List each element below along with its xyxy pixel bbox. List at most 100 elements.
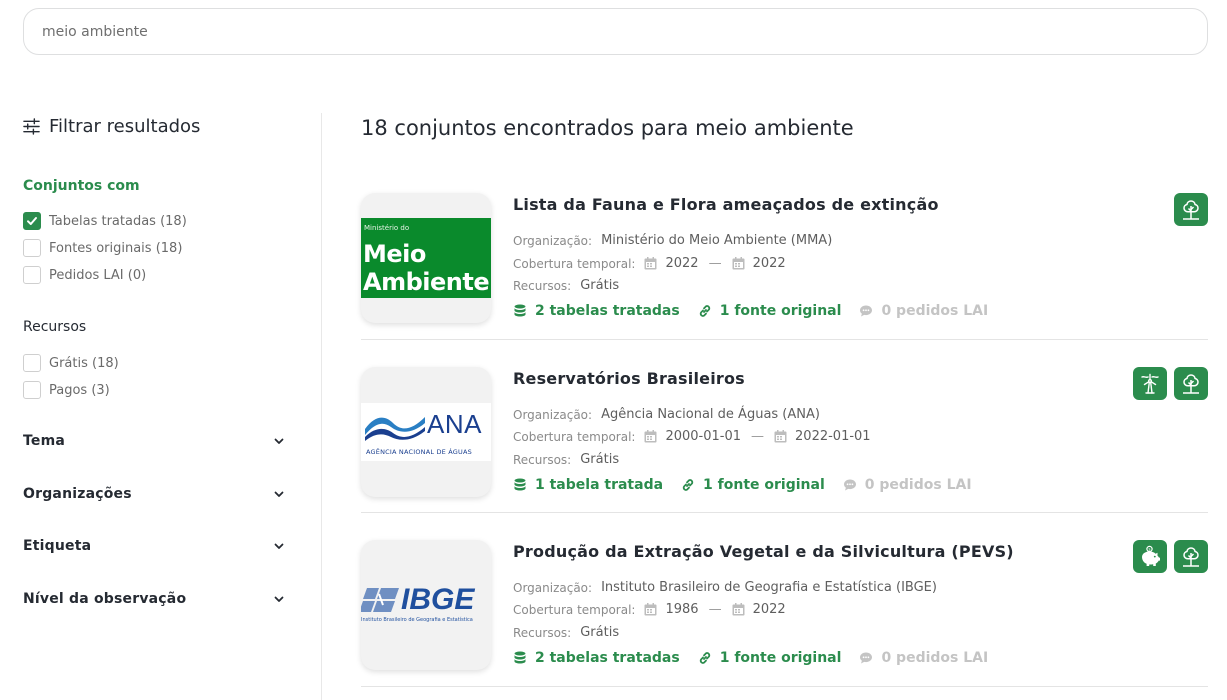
meta-value[interactable]: Ministério do Meio Ambiente (MMA) [601,233,832,248]
meta-key: Recursos: [513,278,572,293]
logo-text-line: Ambiente [363,268,490,296]
dataset-card[interactable]: IBGE Instituto Brasileiro de Geografia e… [361,540,1208,670]
meta-key: Cobertura temporal: [513,429,636,444]
database-icon [514,651,526,664]
theme-badges [1174,193,1208,226]
theme-badge-economy[interactable]: $ [1133,540,1167,573]
checkbox-label: Pagos (3) [49,382,110,398]
meta-coverage: Cobertura temporal: 2000-01-01 — 2022-01… [513,429,871,444]
checkbox-pedidos-lai[interactable]: Pedidos LAI (0) [23,266,146,284]
link-icon [682,479,694,491]
ibge-logo: IBGE Instituto Brasileiro de Geografia e… [361,583,491,627]
requests-link[interactable]: 0 pedidos LAI [859,303,988,319]
dataset-title[interactable]: Lista da Fauna e Flora ameaçados de exti… [513,195,939,214]
tables-link[interactable]: 1 tabela tratada [513,477,663,493]
sources-count: 1 fonte original [719,650,842,666]
tables-count: 1 tabela tratada [535,477,664,493]
calendar-icon [644,603,657,616]
chevron-down-icon [274,596,284,602]
meta-key: Organização: [513,407,593,422]
dataset-title[interactable]: Reservatórios Brasileiros [513,369,745,388]
chevron-down-icon [274,491,284,497]
requests-link[interactable]: 0 pedidos LAI [843,477,972,493]
meta-key: Cobertura temporal: [513,256,636,271]
filter-sliders-icon [23,118,40,135]
accordion-organizacoes[interactable]: Organizações [23,486,285,502]
checkbox-gratis[interactable]: Grátis (18) [23,354,119,372]
meta-value[interactable]: Agência Nacional de Águas (ANA) [601,407,820,422]
filter-title-label: Filtrar resultados [49,116,201,137]
logo-subtext: Instituto Brasileiro de Geografia e Esta… [361,617,473,623]
piggy-bank-icon: $ [1142,545,1160,566]
checkbox-fontes-originais[interactable]: Fontes originais (18) [23,239,182,257]
card-divider [361,686,1208,687]
filter-title: Filtrar resultados [23,116,200,137]
meta-value: Grátis [580,452,620,467]
section-label-recursos: Recursos [23,319,87,335]
dataset-card[interactable]: ANA AGÊNCIA NACIONAL DE ÁGUAS Reservatór… [361,367,1208,497]
coverage-end: 2022 [752,602,786,617]
meta-value: Grátis [580,625,620,640]
meta-key: Recursos: [513,625,572,640]
requests-link[interactable]: 0 pedidos LAI [859,650,988,666]
sources-link[interactable]: 1 fonte original [681,477,825,493]
sources-count: 1 fonte original [703,477,825,493]
meta-value: Grátis [580,278,620,293]
tables-link[interactable]: 2 tabelas tratadas [513,303,680,319]
coverage-end: 2022 [752,256,786,271]
checkbox-unchecked[interactable] [23,381,41,399]
checkbox-unchecked[interactable] [23,266,41,284]
theme-badge-environment[interactable] [1174,193,1208,226]
organization-logo[interactable]: ANA AGÊNCIA NACIONAL DE ÁGUAS [361,367,491,497]
organization-logo[interactable]: IBGE Instituto Brasileiro de Geografia e… [361,540,491,670]
dataset-stats: 2 tabelas tratadas 1 fonte original 0 pe… [513,650,1006,666]
chat-bubble-icon [860,305,873,317]
sources-link[interactable]: 1 fonte original [698,650,842,666]
checkbox-unchecked[interactable] [23,354,41,372]
theme-badge-environment[interactable] [1174,367,1208,400]
filter-sidebar: Filtrar resultados Conjuntos com Tabelas… [0,0,322,700]
theme-badges [1133,367,1208,400]
checkbox-label: Fontes originais (18) [49,240,183,256]
organization-logo[interactable]: Ministério do Meio Ambiente [361,193,491,323]
database-icon [514,304,526,317]
checkbox-checked[interactable] [23,212,41,230]
meta-key: Recursos: [513,452,572,467]
calendar-icon [644,257,657,270]
sources-link[interactable]: 1 fonte original [698,303,841,319]
accordion-label: Nível da observação [23,591,187,607]
requests-count: 0 pedidos LAI [881,650,989,666]
checkbox-tabelas-tratadas[interactable]: Tabelas tratadas (18) [23,212,187,230]
logo-text-line: Meio [363,240,426,268]
meta-coverage: Cobertura temporal: 2022 — 2022 [513,256,786,271]
logo-text: Meio Ambiente [363,240,490,296]
coverage-dash: — [708,602,722,617]
chat-bubble-icon [843,479,856,491]
dataset-title[interactable]: Produção da Extração Vegetal e da Silvic… [513,542,1014,561]
meta-organization: Organização: Agência Nacional de Águas (… [513,407,820,422]
tree-icon [1183,199,1199,220]
accordion-tema[interactable]: Tema [23,433,285,449]
tables-link[interactable]: 2 tabelas tratadas [513,650,680,666]
meta-key: Organização: [513,580,593,595]
theme-badge-environment[interactable] [1174,540,1208,573]
logo-text: ANA [427,409,482,439]
accordion-nivel-observacao[interactable]: Nível da observação [23,591,285,607]
checkbox-pagos[interactable]: Pagos (3) [23,381,110,399]
checkbox-label: Pedidos LAI (0) [49,267,147,283]
theme-badge-energy[interactable] [1133,367,1167,400]
requests-count: 0 pedidos LAI [864,477,972,493]
dataset-card[interactable]: Ministério do Meio Ambiente Lista da Fau… [361,193,1208,323]
dataset-stats: 1 tabela tratada 1 fonte original 0 pedi… [513,477,990,493]
meta-resources: Recursos: Grátis [513,452,619,467]
checkbox-unchecked[interactable] [23,239,41,257]
meta-key: Cobertura temporal: [513,602,636,617]
calendar-icon [732,603,745,616]
theme-badges: $ [1133,540,1208,573]
meta-resources: Recursos: Grátis [513,625,619,640]
meta-value[interactable]: Instituto Brasileiro de Geografia e Esta… [601,580,937,595]
section-label-conjuntos: Conjuntos com [23,178,140,194]
calendar-icon [774,430,787,443]
dataset-stats: 2 tabelas tratadas 1 fonte original 0 pe… [513,303,1006,319]
accordion-etiqueta[interactable]: Etiqueta [23,538,285,554]
